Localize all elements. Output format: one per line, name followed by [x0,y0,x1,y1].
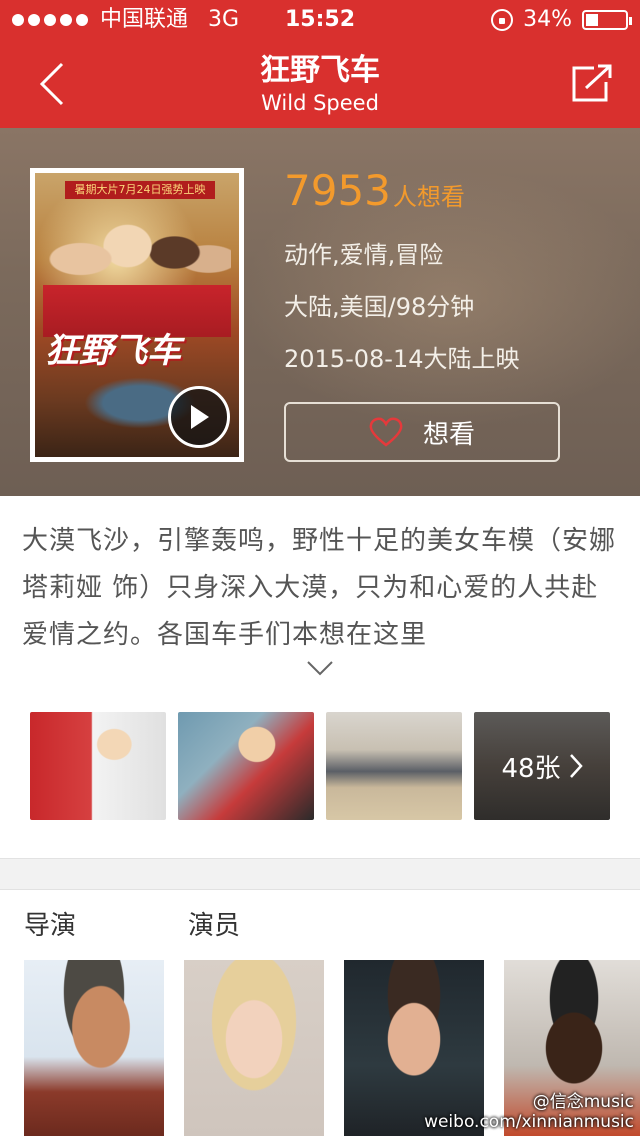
poster-banner: 暑期大片7月24日强势上映 [65,181,215,199]
poster-figures [43,207,231,337]
page-subtitle: Wild Speed [261,91,379,115]
rotation-lock-icon [491,9,514,31]
watermark-url: weibo.com/xinnianmusic [424,1112,634,1132]
cast-photo[interactable] [184,960,324,1136]
play-icon [191,405,209,429]
want-count: 7953 人想看 [284,166,465,216]
expand-synopsis-button[interactable] [300,656,340,680]
nav-bar: 狂野飞车 Wild Speed [0,40,640,128]
stills-count: 48张 [501,753,561,784]
chevron-right-icon [569,754,583,778]
still-thumbnail[interactable] [30,712,166,820]
page-title: 狂野飞车 [260,53,380,88]
director-photo[interactable] [24,960,164,1136]
watermark: @信念music weibo.com/xinnianmusic [424,1092,634,1132]
top-bar: 中国联通 3G 15:52 34% 狂野飞车 Wild Speed [0,0,640,128]
play-trailer-button[interactable] [168,386,230,448]
more-stills-button[interactable]: 48张 [474,712,610,820]
poster-logo: 狂野飞车 [45,331,181,371]
movie-region-duration: 大陆,美国/98分钟 [284,293,475,321]
chevron-down-icon [307,661,333,676]
share-button[interactable] [568,60,616,108]
watermark-handle: @信念music [532,1092,634,1112]
heart-icon [369,417,403,447]
want-count-unit: 人想看 [392,183,465,211]
still-thumbnail[interactable] [326,712,462,820]
battery-icon [582,10,632,30]
share-icon [572,64,612,102]
status-bar: 中国联通 3G 15:52 34% [0,0,640,40]
section-divider [0,858,640,890]
want-to-watch-button[interactable]: 想看 [284,402,560,462]
battery-percent: 34% [523,7,572,32]
stills-gallery: 48张 [30,712,610,820]
movie-header: 暑期大片7月24日强势上映 狂野飞车 7953 人想看 动作,爱情,冒险 大陆,… [0,128,640,496]
movie-release-date: 2015-08-14大陆上映 [284,345,520,373]
director-label: 导演 [24,911,77,941]
synopsis-text: 大漠飞沙，引擎轰鸣，野性十足的美女车模（安娜塔莉娅 饰）只身深入大漠，只为和心爱… [22,526,617,650]
want-button-label: 想看 [422,419,475,450]
want-count-number: 7953 [284,166,391,215]
cast-label: 演员 [188,911,241,941]
still-thumbnail[interactable] [178,712,314,820]
movie-genres: 动作,爱情,冒险 [284,241,444,269]
